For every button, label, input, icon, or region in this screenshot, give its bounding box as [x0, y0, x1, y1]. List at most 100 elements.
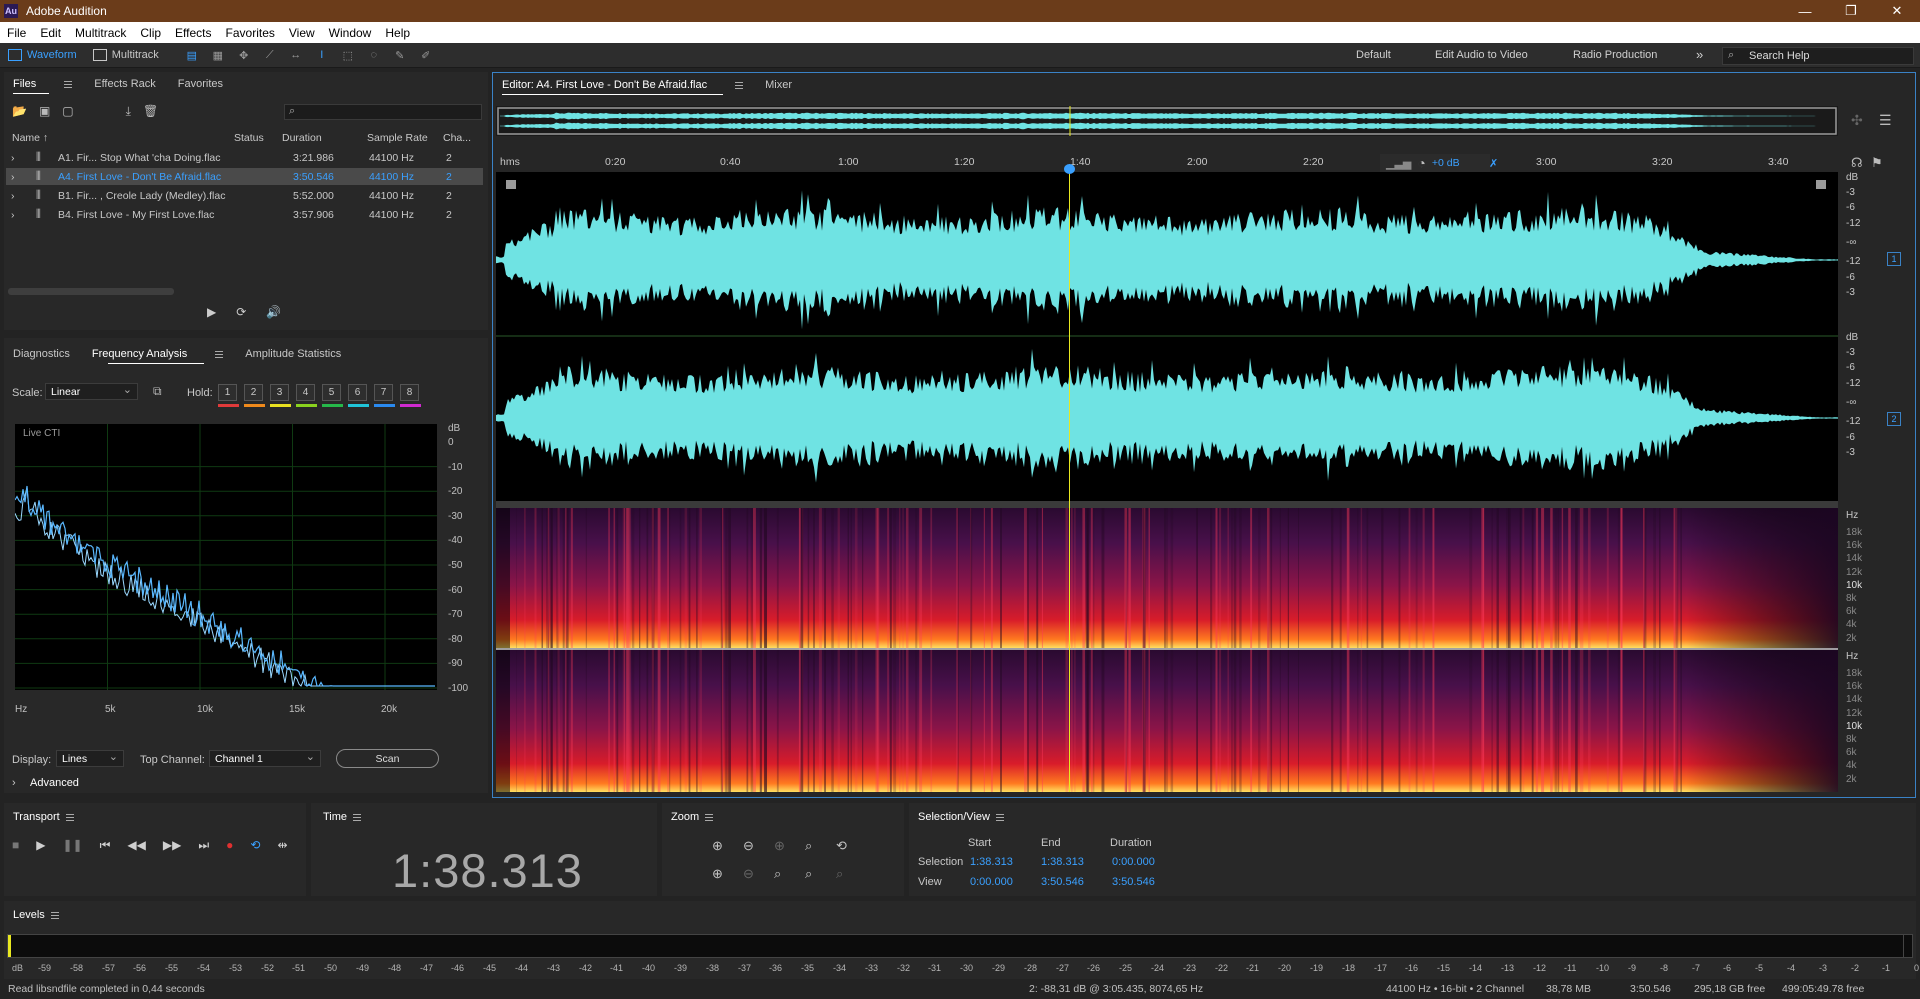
zoom-in-amplitude-icon[interactable]: ⊕ [712, 838, 743, 854]
insert-icon[interactable]: ⤓ [126, 104, 131, 120]
minimize-button[interactable]: — [1782, 0, 1828, 22]
next-icon[interactable]: ⏭ [198, 838, 209, 853]
advanced-label[interactable]: Advanced [30, 777, 79, 789]
scale-dropdown[interactable]: Linear [45, 383, 138, 400]
zoom-to-selection-icon[interactable]: ⌕ [805, 838, 836, 854]
channel-2-toggle[interactable]: 2 [1887, 412, 1901, 426]
menu-effects[interactable]: Effects [168, 26, 218, 40]
hold-button-5[interactable]: 5 [322, 384, 341, 401]
preview-play-icon[interactable]: ▶ [207, 305, 216, 321]
col-channels[interactable]: Cha... [443, 132, 471, 144]
menu-favorites[interactable]: Favorites [219, 26, 282, 40]
search-help-field[interactable]: ⌕ Search Help [1722, 47, 1914, 65]
menu-file[interactable]: File [0, 26, 33, 40]
menu-multitrack[interactable]: Multitrack [68, 26, 133, 40]
record-icon[interactable]: ● [226, 838, 233, 853]
waveform-corner-icon[interactable] [506, 180, 516, 189]
menu-clip[interactable]: Clip [133, 26, 168, 40]
zoom-in-time-icon[interactable]: ⊕ [774, 838, 805, 854]
tab-effects-rack[interactable]: Effects Rack [94, 78, 156, 90]
zoom-selection-icon[interactable]: ⌕ [836, 866, 867, 882]
scan-button[interactable]: Scan [336, 749, 439, 768]
workspace-default[interactable]: Default [1356, 49, 1391, 61]
spectral-display[interactable] [496, 508, 1838, 792]
view-end[interactable]: 3:50.546 [1041, 876, 1084, 888]
expand-icon[interactable]: › [11, 209, 15, 221]
new-file-icon[interactable]: ▢ [62, 104, 73, 120]
loop-icon[interactable]: ⟲ [250, 838, 260, 853]
hold-button-1[interactable]: 1 [218, 384, 237, 401]
lasso-tool-icon[interactable]: ◌ [366, 48, 382, 62]
clip-indicator[interactable] [1903, 935, 1912, 957]
zoom-options-icon[interactable]: ✣ [1851, 112, 1863, 129]
panel-menu-icon[interactable] [65, 813, 74, 821]
slip-tool-icon[interactable]: ↔ [288, 48, 304, 62]
tab-files[interactable]: Files [13, 78, 73, 90]
time-selection-icon[interactable]: I [314, 48, 330, 62]
hold-button-8[interactable]: 8 [400, 384, 419, 401]
file-row-selected[interactable]: › ⫼ A4. First Love - Don't Be Afraid.fla… [6, 168, 483, 185]
files-search-input[interactable]: ⌕ [284, 104, 482, 120]
hold-button-2[interactable]: 2 [244, 384, 263, 401]
waveform-display[interactable] [496, 172, 1838, 501]
file-row[interactable]: › ⫼ B1. Fir... , Creole Lady (Medley).fl… [6, 187, 483, 204]
stop-icon[interactable]: ■ [12, 838, 19, 853]
view-start[interactable]: 0:00.000 [970, 876, 1013, 888]
panel-options-icon[interactable]: ☰ [1879, 112, 1892, 129]
copy-icon[interactable]: ⧉ [153, 384, 162, 399]
tab-frequency-analysis[interactable]: Frequency Analysis [92, 348, 224, 360]
zoom-in-icon[interactable]: ⊕ [712, 866, 743, 882]
playhead-line[interactable] [1069, 164, 1070, 792]
spot-healing-icon[interactable]: ✐ [418, 48, 434, 62]
more-workspaces-icon[interactable]: » [1696, 47, 1703, 62]
panel-menu-icon[interactable] [995, 813, 1004, 821]
import-file-icon[interactable]: ▣ [39, 104, 50, 120]
move-tool-icon[interactable]: ✥ [236, 48, 252, 62]
workspace-radio-production[interactable]: Radio Production [1573, 49, 1657, 61]
previous-icon[interactable]: ⏮ [100, 838, 111, 853]
hold-button-3[interactable]: 3 [270, 384, 289, 401]
hold-button-6[interactable]: 6 [348, 384, 367, 401]
menu-window[interactable]: Window [322, 26, 379, 40]
spectral-frequency-icon[interactable]: ▤ [184, 48, 200, 62]
panel-menu-icon[interactable] [215, 350, 224, 358]
selection-start[interactable]: 1:38.313 [970, 856, 1013, 868]
marquee-tool-icon[interactable]: ⬚ [340, 48, 356, 62]
expand-icon[interactable]: › [11, 171, 15, 183]
hud-volume[interactable]: ▁▃▅ ◔ +0 dB [1380, 154, 1490, 172]
panel-menu-icon[interactable] [705, 813, 714, 821]
zoom-out-icon[interactable]: ⊖ [743, 866, 774, 882]
zoom-in-out-icon[interactable]: ⌕ [774, 866, 805, 882]
play-icon[interactable]: ▶ [36, 838, 45, 853]
pause-icon[interactable]: ❚❚ [62, 838, 82, 853]
zoom-reset-icon[interactable]: ⟲ [836, 838, 867, 854]
waveform-view-button[interactable]: Waveform [0, 46, 85, 65]
horizontal-scrollbar[interactable] [8, 288, 174, 295]
rewind-icon[interactable]: ◀◀ [127, 838, 145, 853]
pin-hud-icon[interactable]: ✗ [1489, 157, 1498, 170]
open-file-icon[interactable]: 📂 [12, 104, 27, 120]
close-button[interactable]: ✕ [1874, 0, 1920, 22]
tab-editor[interactable]: Editor: A4. First Love - Don't Be Afraid… [502, 79, 744, 91]
delete-icon[interactable]: 🗑 [143, 104, 158, 120]
col-duration[interactable]: Duration [282, 132, 322, 144]
brush-tool-icon[interactable]: ✎ [392, 48, 408, 62]
menu-view[interactable]: View [282, 26, 322, 40]
hold-button-7[interactable]: 7 [374, 384, 393, 401]
waveform-corner-icon[interactable] [1816, 180, 1826, 189]
zoom-full-icon[interactable]: ⌕ [805, 866, 836, 882]
expand-icon[interactable]: › [11, 190, 15, 202]
zoom-out-amplitude-icon[interactable]: ⊖ [743, 838, 774, 854]
playhead-handle[interactable] [1064, 164, 1075, 174]
menu-help[interactable]: Help [378, 26, 417, 40]
panel-menu-icon[interactable] [64, 80, 73, 88]
workspace-edit-audio-to-video[interactable]: Edit Audio to Video [1435, 49, 1528, 61]
tab-amplitude-statistics[interactable]: Amplitude Statistics [245, 348, 341, 360]
col-sample-rate[interactable]: Sample Rate [367, 132, 428, 144]
spectral-pitch-icon[interactable]: ▦ [210, 48, 226, 62]
panel-menu-icon[interactable] [735, 81, 744, 89]
file-row[interactable]: › ⫼ B4. First Love - My First Love.flac … [6, 206, 483, 223]
top-channel-dropdown[interactable]: Channel 1 [209, 750, 321, 767]
view-duration[interactable]: 3:50.546 [1112, 876, 1155, 888]
preview-loop-icon[interactable]: ⟳ [236, 305, 246, 321]
